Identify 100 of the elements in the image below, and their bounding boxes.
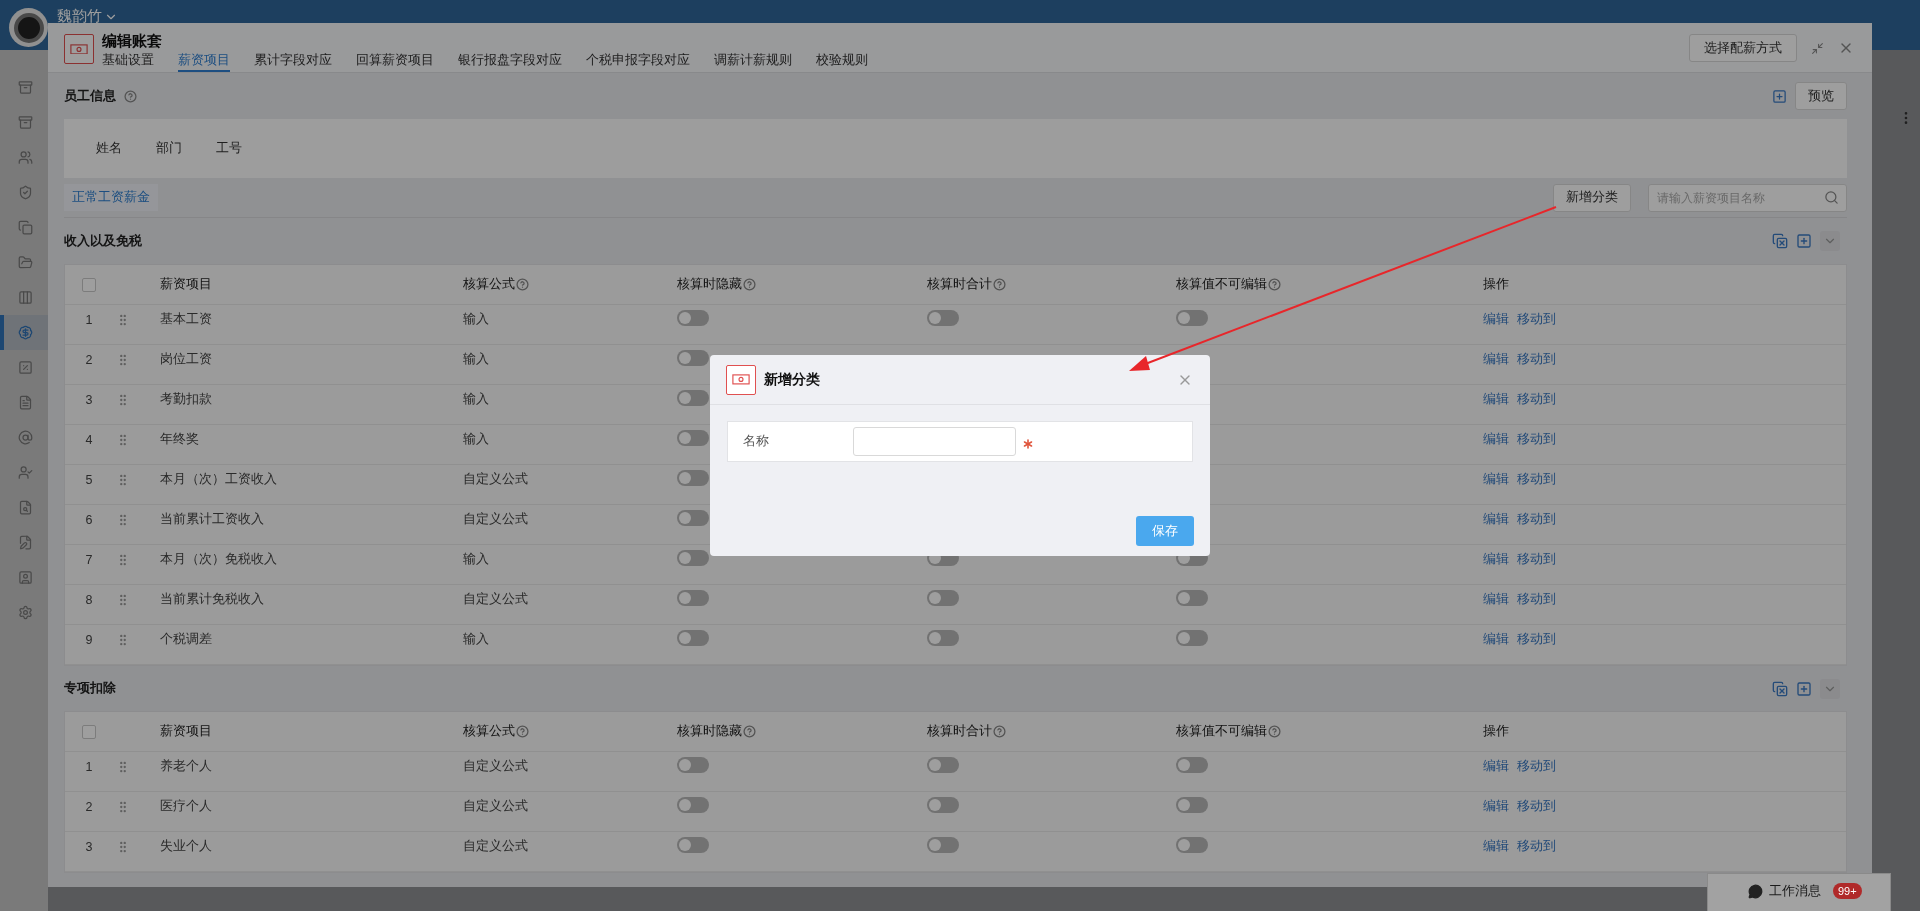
toggle-switch[interactable] <box>1176 630 1208 646</box>
avatar[interactable] <box>9 8 48 47</box>
move-to-link[interactable]: 移动到 <box>1517 511 1556 528</box>
help-icon[interactable] <box>516 278 529 291</box>
save-button[interactable]: 保存 <box>1136 516 1194 546</box>
toggle-switch[interactable] <box>927 757 959 773</box>
move-to-link[interactable]: 移动到 <box>1517 798 1556 815</box>
toggle-switch[interactable] <box>677 837 709 853</box>
preview-button[interactable]: 预览 <box>1795 82 1847 110</box>
edit-link[interactable]: 编辑 <box>1483 311 1509 328</box>
row-number: 9 <box>85 632 93 647</box>
toggle-switch[interactable] <box>1176 757 1208 773</box>
toggle-switch[interactable] <box>1176 797 1208 813</box>
copy-delete-icon[interactable] <box>1772 233 1788 249</box>
help-icon[interactable] <box>993 278 1006 291</box>
formula-type: 自定义公式 <box>463 758 528 775</box>
tab[interactable]: 调薪计薪规则 <box>714 51 792 72</box>
toggle-switch[interactable] <box>677 310 709 326</box>
select-all-checkbox[interactable] <box>82 724 96 739</box>
message-panel[interactable]: 工作消息 99+ <box>1707 873 1891 911</box>
user-name[interactable]: 魏韵竹 <box>57 7 102 26</box>
config-button[interactable]: 选择配薪方式 <box>1689 34 1797 62</box>
add-icon[interactable] <box>1796 680 1812 697</box>
toggle-switch[interactable] <box>927 630 959 646</box>
help-icon[interactable] <box>1268 278 1281 291</box>
toggle-switch[interactable] <box>677 430 709 446</box>
toggle-switch[interactable] <box>927 837 959 853</box>
help-icon[interactable] <box>1268 725 1281 738</box>
sidebar-item[interactable] <box>0 315 48 350</box>
name-input[interactable] <box>853 427 1016 456</box>
shield-icon <box>18 185 33 200</box>
edit-link[interactable]: 编辑 <box>1483 471 1509 488</box>
copy-delete-icon[interactable] <box>1772 680 1788 697</box>
add-category-button[interactable]: 新增分类 <box>1553 183 1631 212</box>
move-to-link[interactable]: 移动到 <box>1517 758 1556 775</box>
toggle-switch[interactable] <box>677 350 709 366</box>
toggle-switch[interactable] <box>677 390 709 406</box>
move-to-link[interactable]: 移动到 <box>1517 631 1556 648</box>
toggle-switch[interactable] <box>677 510 709 526</box>
tab[interactable]: 个税申报字段对应 <box>586 51 690 72</box>
help-icon[interactable] <box>743 278 756 291</box>
edit-link[interactable]: 编辑 <box>1483 431 1509 448</box>
count-badge: 99+ <box>1833 883 1862 899</box>
collapse-button[interactable] <box>1820 678 1840 699</box>
toggle-switch[interactable] <box>1176 837 1208 853</box>
toggle-switch[interactable] <box>677 470 709 486</box>
move-to-link[interactable]: 移动到 <box>1517 351 1556 368</box>
formula-type: 自定义公式 <box>463 838 528 855</box>
collapse-button[interactable] <box>1820 231 1840 251</box>
toggle-switch[interactable] <box>1176 590 1208 606</box>
row-number: 1 <box>85 759 93 774</box>
item-name: 本月（次）工资收入 <box>160 471 277 488</box>
move-to-link[interactable]: 移动到 <box>1517 471 1556 488</box>
select-all-checkbox[interactable] <box>82 277 96 292</box>
help-icon[interactable] <box>743 725 756 738</box>
field-chip[interactable]: 姓名 <box>96 140 122 157</box>
shrink-icon[interactable] <box>1811 41 1824 55</box>
tab[interactable]: 薪资项目 <box>178 51 230 72</box>
toggle-switch[interactable] <box>927 797 959 813</box>
columns-icon <box>18 290 33 305</box>
field-chip[interactable]: 工号 <box>216 140 242 157</box>
help-icon[interactable] <box>993 725 1006 738</box>
tab[interactable]: 累计字段对应 <box>254 51 332 72</box>
edit-link[interactable]: 编辑 <box>1483 631 1509 648</box>
move-to-link[interactable]: 移动到 <box>1517 551 1556 568</box>
toggle-switch[interactable] <box>677 630 709 646</box>
edit-link[interactable]: 编辑 <box>1483 511 1509 528</box>
help-icon[interactable] <box>124 89 137 103</box>
toggle-switch[interactable] <box>1176 310 1208 326</box>
toggle-switch[interactable] <box>677 757 709 773</box>
toggle-switch[interactable] <box>927 310 959 326</box>
tab[interactable]: 银行报盘字段对应 <box>458 51 562 72</box>
column-header: 核算时隐藏 <box>677 276 742 293</box>
edit-link[interactable]: 编辑 <box>1483 798 1509 815</box>
add-icon[interactable] <box>1796 233 1812 249</box>
move-to-link[interactable]: 移动到 <box>1517 838 1556 855</box>
move-to-link[interactable]: 移动到 <box>1517 591 1556 608</box>
tab[interactable]: 校验规则 <box>816 51 868 72</box>
add-icon[interactable] <box>1772 88 1787 104</box>
edit-link[interactable]: 编辑 <box>1483 351 1509 368</box>
edit-link[interactable]: 编辑 <box>1483 391 1509 408</box>
move-to-link[interactable]: 移动到 <box>1517 311 1556 328</box>
tab[interactable]: 回算薪资项目 <box>356 51 434 72</box>
edit-link[interactable]: 编辑 <box>1483 591 1509 608</box>
category-tab[interactable]: 正常工资薪金 <box>64 184 158 211</box>
field-chip[interactable]: 部门 <box>156 140 182 157</box>
edit-link[interactable]: 编辑 <box>1483 758 1509 775</box>
edit-link[interactable]: 编辑 <box>1483 838 1509 855</box>
column-header: 操作 <box>1483 723 1509 740</box>
toggle-switch[interactable] <box>927 590 959 606</box>
edit-link[interactable]: 编辑 <box>1483 551 1509 568</box>
help-icon[interactable] <box>516 725 529 738</box>
move-to-link[interactable]: 移动到 <box>1517 391 1556 408</box>
toggle-switch[interactable] <box>677 797 709 813</box>
item-name: 医疗个人 <box>160 798 212 815</box>
formula-type: 自定义公式 <box>463 471 528 488</box>
move-to-link[interactable]: 移动到 <box>1517 431 1556 448</box>
toggle-switch[interactable] <box>677 590 709 606</box>
toggle-switch[interactable] <box>677 550 709 566</box>
tab[interactable]: 基础设置 <box>102 51 154 72</box>
